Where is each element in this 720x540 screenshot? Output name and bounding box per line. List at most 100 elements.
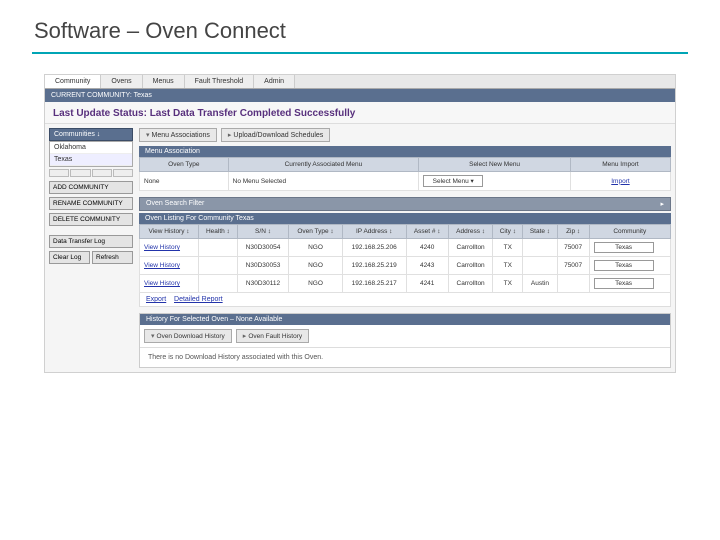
mini-btn-3[interactable] xyxy=(92,169,112,177)
mini-btn-1[interactable] xyxy=(49,169,69,177)
schedules-label: Upload/Download Schedules xyxy=(233,132,323,139)
tab-ovens[interactable]: Ovens xyxy=(101,75,142,88)
col-health[interactable]: Health ↕ xyxy=(199,225,238,239)
oven-download-history-tab[interactable]: ▾Oven Download History xyxy=(144,329,232,343)
import-link[interactable]: Import xyxy=(611,178,629,185)
cell-state xyxy=(523,257,557,275)
tab-fault-threshold[interactable]: Fault Threshold xyxy=(185,75,255,88)
upload-download-schedules-button[interactable]: ▸Upload/Download Schedules xyxy=(221,128,330,142)
col-city[interactable]: City ↕ xyxy=(493,225,523,239)
cell-ip: 192.168.25.219 xyxy=(342,257,406,275)
cell-addr: Carrollton xyxy=(448,257,493,275)
cell-type: NGO xyxy=(289,239,342,257)
delete-community-button[interactable]: DELETE COMMUNITY xyxy=(49,213,133,226)
view-history-link[interactable]: View History xyxy=(144,280,180,287)
cell-import: Import xyxy=(570,172,670,191)
cell-community: Texas xyxy=(589,257,670,275)
status-prefix: Last Update Status: xyxy=(53,108,150,119)
tab-community[interactable]: Community xyxy=(45,75,101,88)
status-bar: Last Update Status: Last Data Transfer C… xyxy=(45,102,675,124)
cell-community: Texas xyxy=(589,275,670,293)
add-community-button[interactable]: ADD COMMUNITY xyxy=(49,181,133,194)
cell-type: NGO xyxy=(289,257,342,275)
col-view-history[interactable]: View History ↕ xyxy=(140,225,199,239)
cell-asset: 4243 xyxy=(406,257,448,275)
main-panel: ▾Menu Associations ▸Upload/Download Sche… xyxy=(137,124,675,372)
community-select[interactable]: Texas xyxy=(594,278,654,289)
refresh-button[interactable]: Refresh xyxy=(92,251,133,264)
chevron-down-icon: ▾ xyxy=(151,333,155,340)
col-asset[interactable]: Asset # ↕ xyxy=(406,225,448,239)
col-select-menu[interactable]: Select New Menu xyxy=(419,158,571,172)
menu-associations-button[interactable]: ▾Menu Associations xyxy=(139,128,217,142)
oven-search-filter[interactable]: Oven Search Filter ▸ xyxy=(139,197,671,211)
community-item-texas[interactable]: Texas xyxy=(50,154,132,166)
col-zip[interactable]: Zip ↕ xyxy=(557,225,589,239)
col-oven-type[interactable]: Oven Type xyxy=(140,158,229,172)
tab-menus[interactable]: Menus xyxy=(143,75,185,88)
oven-listing-table: View History ↕ Health ↕ S/N ↕ Oven Type … xyxy=(139,224,671,293)
cell-health xyxy=(199,275,238,293)
cell-oven-type: None xyxy=(140,172,229,191)
menu-association-table: Oven Type Currently Associated Menu Sele… xyxy=(139,157,671,191)
app-window: Community Ovens Menus Fault Threshold Ad… xyxy=(44,74,676,373)
oven-fault-history-tab[interactable]: ▸Oven Fault History xyxy=(236,329,309,343)
cell-ip: 192.168.25.206 xyxy=(342,239,406,257)
menu-assoc-row: None No Menu Selected Select Menu ▾ Impo… xyxy=(140,172,671,191)
col-current-menu[interactable]: Currently Associated Menu xyxy=(228,158,419,172)
main-tabs: Community Ovens Menus Fault Threshold Ad… xyxy=(45,75,675,89)
view-history-link[interactable]: View History xyxy=(144,262,180,269)
col-sn[interactable]: S/N ↕ xyxy=(237,225,289,239)
communities-header[interactable]: Communities ↓ xyxy=(49,128,133,141)
cell-select-menu: Select Menu ▾ xyxy=(419,172,571,191)
cell-zip: 75007 xyxy=(557,239,589,257)
cell-asset: 4241 xyxy=(406,275,448,293)
col-address[interactable]: Address ↕ xyxy=(448,225,493,239)
mini-btn-4[interactable] xyxy=(113,169,133,177)
oven-listing-header: Oven Listing For Community Texas xyxy=(139,213,671,224)
export-link[interactable]: Export xyxy=(146,296,166,303)
cell-ip: 192.168.25.217 xyxy=(342,275,406,293)
view-history-link[interactable]: View History xyxy=(144,244,180,251)
cell-addr: Carrollton xyxy=(448,275,493,293)
cell-city: TX xyxy=(493,239,523,257)
current-community-banner: CURRENT COMMUNITY: Texas xyxy=(45,89,675,102)
cell-city: TX xyxy=(493,275,523,293)
community-select[interactable]: Texas xyxy=(594,260,654,271)
cell-sn: N30D30054 xyxy=(237,239,289,257)
chevron-down-icon: ▾ xyxy=(146,132,150,139)
cell-state: Austin xyxy=(523,275,557,293)
col-community[interactable]: Community xyxy=(589,225,670,239)
download-history-label: Oven Download History xyxy=(157,333,225,340)
mini-btn-2[interactable] xyxy=(70,169,90,177)
rename-community-button[interactable]: RENAME COMMUNITY xyxy=(49,197,133,210)
cell-health xyxy=(199,257,238,275)
data-transfer-log-button[interactable]: Data Transfer Log xyxy=(49,235,133,248)
tab-admin[interactable]: Admin xyxy=(254,75,295,88)
col-ip[interactable]: IP Address ↕ xyxy=(342,225,406,239)
cell-current-menu: No Menu Selected xyxy=(228,172,419,191)
menu-associations-label: Menu Associations xyxy=(152,132,210,139)
col-state[interactable]: State ↕ xyxy=(523,225,557,239)
col-menu-import[interactable]: Menu Import xyxy=(570,158,670,172)
menu-association-header: Menu Association xyxy=(139,146,671,157)
sidebar: Communities ↓ Oklahoma Texas ADD COMMUNI… xyxy=(45,124,137,372)
community-select[interactable]: Texas xyxy=(594,242,654,253)
table-row[interactable]: View History N30D30112 NGO 192.168.25.21… xyxy=(140,275,671,293)
fault-history-label: Oven Fault History xyxy=(248,333,302,340)
clear-log-button[interactable]: Clear Log xyxy=(49,251,90,264)
col-oven-type[interactable]: Oven Type ↕ xyxy=(289,225,342,239)
cell-community: Texas xyxy=(589,239,670,257)
status-text: Last Data Transfer Completed Successfull… xyxy=(150,108,356,119)
cell-addr: Carrollton xyxy=(448,239,493,257)
cell-health xyxy=(199,239,238,257)
community-item-oklahoma[interactable]: Oklahoma xyxy=(50,142,132,154)
cell-state xyxy=(523,239,557,257)
table-row[interactable]: View History N30D30053 NGO 192.168.25.21… xyxy=(140,257,671,275)
detailed-report-link[interactable]: Detailed Report xyxy=(174,296,223,303)
select-menu-dropdown[interactable]: Select Menu ▾ xyxy=(423,175,483,187)
table-row[interactable]: View History N30D30054 NGO 192.168.25.20… xyxy=(140,239,671,257)
chevron-right-icon: ▸ xyxy=(228,132,232,139)
page-title: Software – Oven Connect xyxy=(24,12,696,52)
cell-asset: 4240 xyxy=(406,239,448,257)
